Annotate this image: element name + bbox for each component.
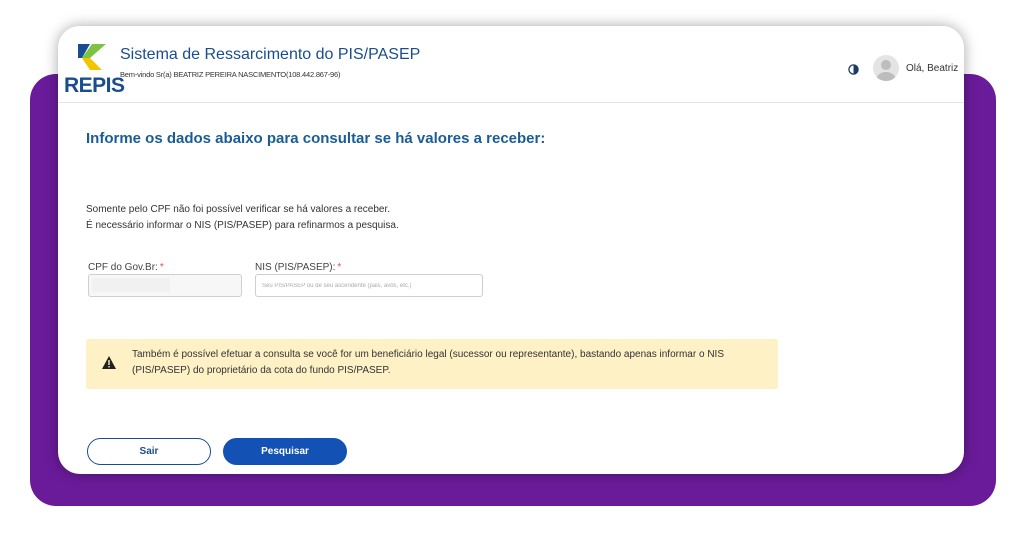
repis-logo-mark-icon xyxy=(78,44,106,70)
page-header: REPIS Sistema de Ressarcimento do PIS/PA… xyxy=(58,26,964,103)
sair-button[interactable]: Sair xyxy=(87,438,211,465)
contrast-icon[interactable] xyxy=(848,64,859,75)
page-title: Informe os dados abaixo para consultar s… xyxy=(86,130,546,147)
alert-text: Também é possível efetuar a consulta se … xyxy=(132,349,724,376)
warning-alert: Também é possível efetuar a consulta se … xyxy=(86,339,778,389)
info-message-line2: É necessário informar o NIS (PIS/PASEP) … xyxy=(86,220,399,231)
user-greeting[interactable]: Olá, Beatriz xyxy=(906,63,958,74)
app-window: REPIS Sistema de Ressarcimento do PIS/PA… xyxy=(58,26,964,474)
logo-text: REPIS xyxy=(64,74,125,97)
user-avatar-icon[interactable] xyxy=(873,55,899,81)
repis-logo[interactable]: REPIS xyxy=(62,44,125,97)
cpf-label: CPF do Gov.Br: * xyxy=(88,262,164,273)
cpf-input-masked-value xyxy=(92,278,170,292)
nis-label: NIS (PIS/PASEP): * xyxy=(255,262,342,273)
required-mark: * xyxy=(159,262,164,273)
warning-icon xyxy=(102,356,116,369)
required-mark: * xyxy=(337,262,342,273)
nis-input[interactable] xyxy=(255,274,483,297)
app-title: Sistema de Ressarcimento do PIS/PASEP xyxy=(120,46,421,63)
welcome-text: Bem-vindo Sr(a) BEATRIZ PEREIRA NASCIMEN… xyxy=(120,70,341,79)
info-message-line1: Somente pelo CPF não foi possível verifi… xyxy=(86,204,391,215)
pesquisar-button[interactable]: Pesquisar xyxy=(223,438,347,465)
